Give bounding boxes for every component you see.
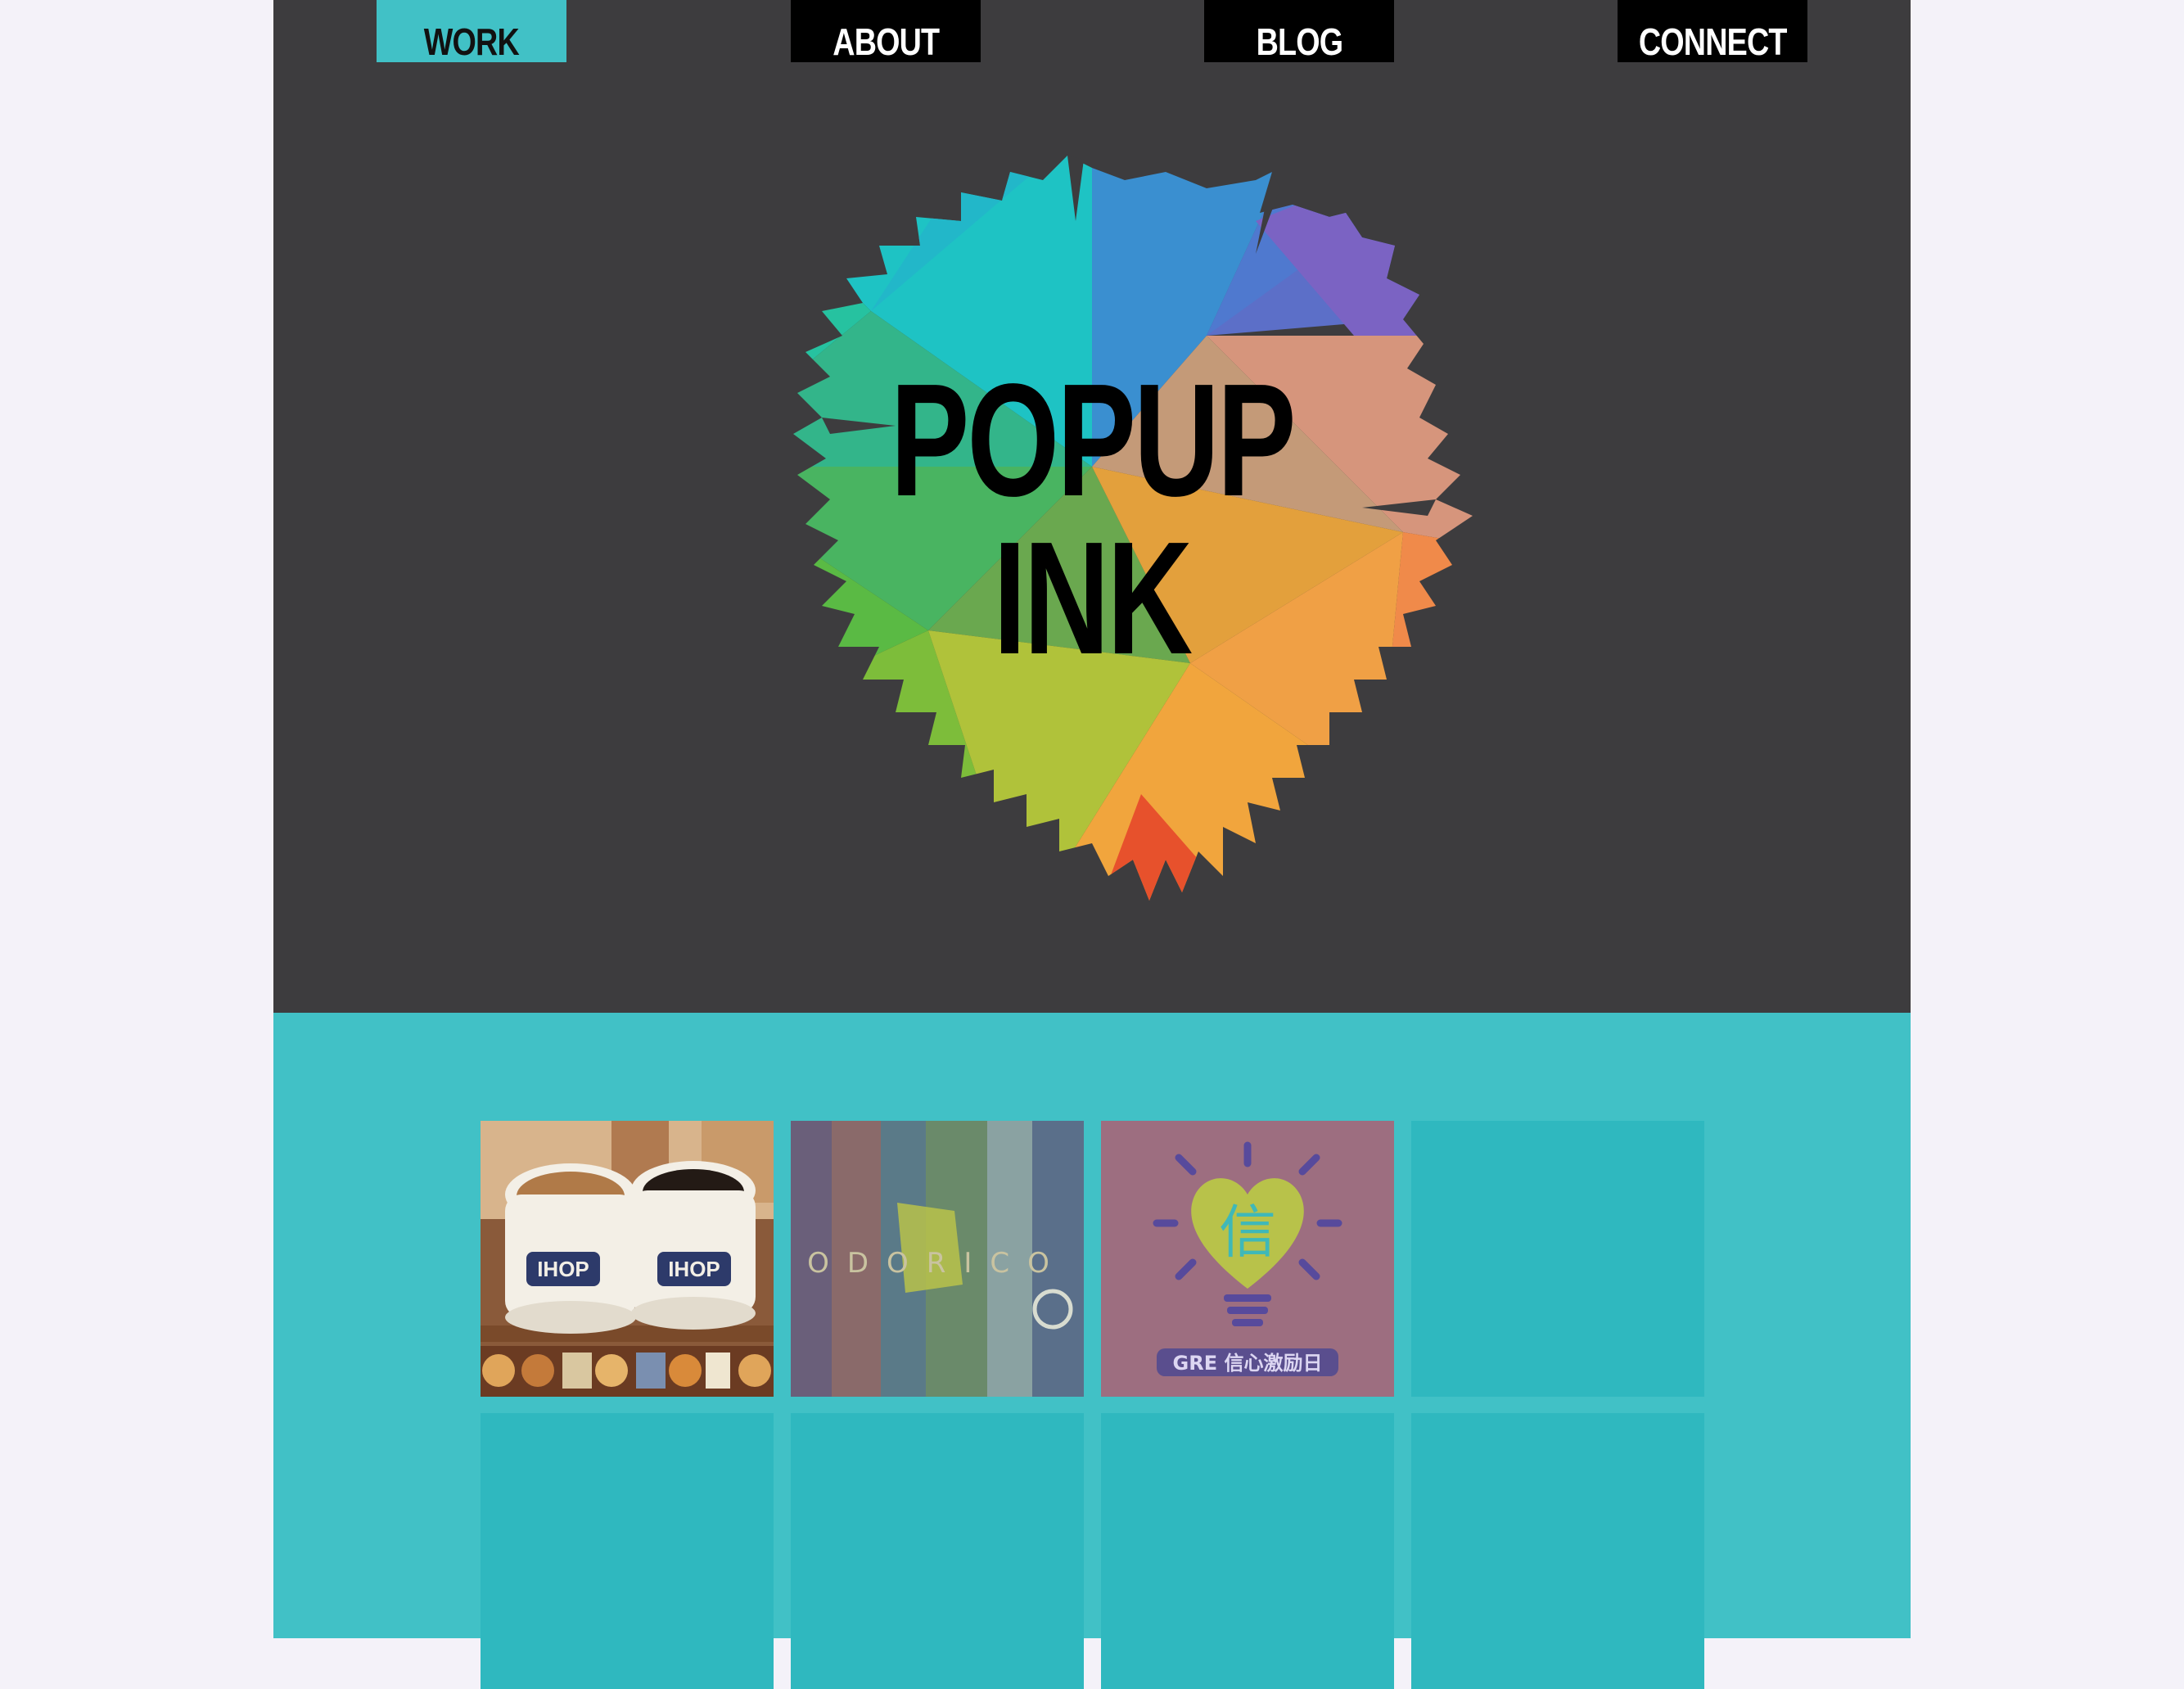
nav-tab-blog[interactable]: BLOG xyxy=(1204,0,1394,62)
nav-tab-connect[interactable]: CONNECT xyxy=(1618,0,1807,62)
nav-tab-label: ABOUT xyxy=(832,20,940,63)
odorico-collage-image: ODORICO xyxy=(791,1121,1084,1397)
svg-text:IHOP: IHOP xyxy=(537,1257,589,1281)
svg-text:IHOP: IHOP xyxy=(668,1257,720,1281)
gallery-tile-empty[interactable] xyxy=(1101,1413,1394,1689)
gallery-tile-empty[interactable] xyxy=(1411,1121,1704,1397)
gallery-tile-odorico[interactable]: ODORICO xyxy=(791,1121,1084,1397)
pancake-strip xyxy=(481,1346,774,1397)
gallery-tile-ihop[interactable]: IHOP IHOP xyxy=(481,1121,774,1397)
logo-title-line1: POPUP xyxy=(890,350,1296,530)
nav-tab-label: WORK xyxy=(423,20,520,63)
gallery-tile-gre[interactable]: 信 GRE 信心激励日 xyxy=(1101,1121,1394,1397)
gallery-tile-empty[interactable] xyxy=(1411,1413,1704,1689)
gallery-tile-empty[interactable] xyxy=(481,1413,774,1689)
nav-tab-label: BLOG xyxy=(1256,20,1343,63)
hero-section: WORK ABOUT BLOG CONNECT POPUP INK xyxy=(273,0,1911,1013)
gallery-tile-empty[interactable] xyxy=(791,1413,1084,1689)
nav-tab-work[interactable]: WORK xyxy=(377,0,566,62)
gre-confidence-image: 信 GRE 信心激励日 xyxy=(1101,1121,1394,1397)
svg-text:GRE 信心激励日: GRE 信心激励日 xyxy=(1173,1352,1323,1375)
page: WORK ABOUT BLOG CONNECT POPUP INK IHOP I… xyxy=(273,0,1911,1689)
logo-title-line2: INK xyxy=(993,508,1194,688)
ihop-coffee-image: IHOP IHOP xyxy=(481,1121,774,1397)
svg-text:ODORICO: ODORICO xyxy=(807,1247,1067,1280)
popup-ink-logo[interactable]: POPUP INK xyxy=(683,123,1501,925)
nav-tab-about[interactable]: ABOUT xyxy=(791,0,981,62)
svg-text:信: 信 xyxy=(1219,1199,1276,1266)
nav-tab-label: CONNECT xyxy=(1638,20,1788,63)
